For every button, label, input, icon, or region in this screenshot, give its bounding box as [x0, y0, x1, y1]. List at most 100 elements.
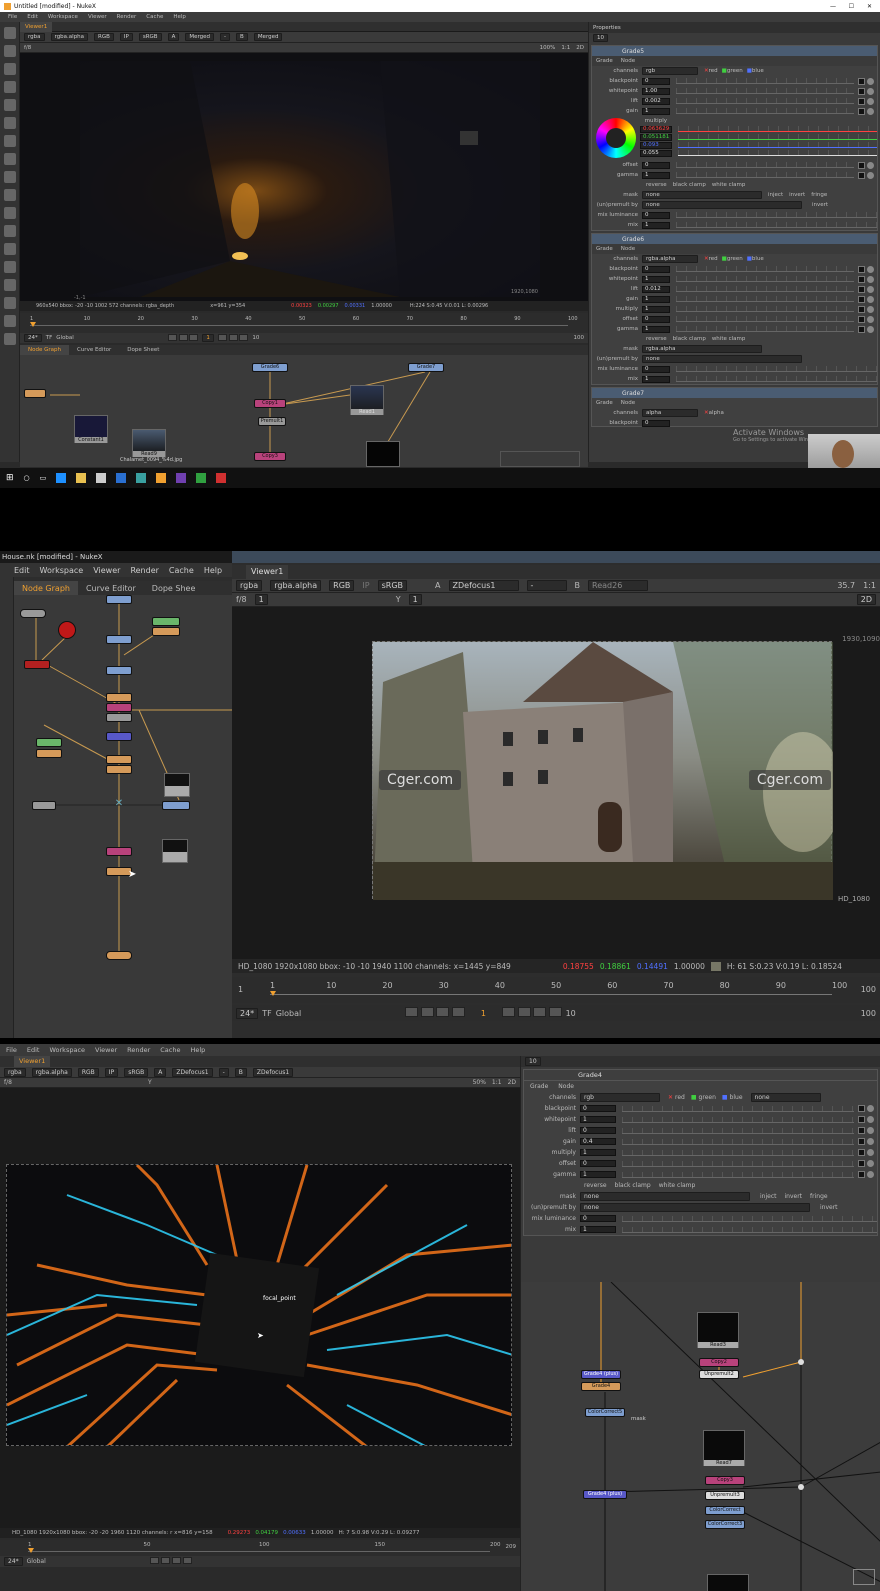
s2-node-graph[interactable]: ✕ ➤: [14, 595, 232, 1038]
s2-current-frame[interactable]: 1: [469, 1009, 498, 1018]
tool-icon[interactable]: [3, 243, 16, 255]
viewer-control[interactable]: Merged: [185, 33, 215, 41]
s3-node-copy2[interactable]: Copy2: [699, 1358, 739, 1367]
s2-y-val[interactable]: 1: [408, 594, 422, 605]
s3-navigator-icon[interactable]: [853, 1569, 875, 1585]
frame-step[interactable]: 10: [252, 335, 259, 341]
s2-node-orange4[interactable]: [106, 755, 132, 764]
multiply-slider[interactable]: [678, 134, 877, 140]
param-value[interactable]: 0.002: [642, 97, 670, 105]
param-value[interactable]: 0: [642, 265, 670, 273]
param-slider[interactable]: [676, 172, 854, 178]
s3-tab-node[interactable]: Node: [558, 1083, 574, 1090]
animation-icon[interactable]: [867, 161, 874, 169]
viewer-control[interactable]: rgba: [24, 33, 45, 41]
s3-node-unpremult3[interactable]: Unpremult3: [705, 1491, 745, 1500]
s2-node-orange2[interactable]: [106, 693, 132, 702]
tab-graph-2[interactable]: Dope Sheet: [119, 345, 167, 355]
tab-node[interactable]: Node: [621, 58, 635, 64]
view-mode[interactable]: 2D: [576, 45, 584, 51]
param-slider[interactable]: [676, 306, 854, 312]
param-value[interactable]: 1: [642, 171, 670, 179]
viewer-control[interactable]: A: [167, 33, 180, 41]
close-icon[interactable]: ✕: [867, 3, 872, 10]
s2-node-gray2[interactable]: [32, 801, 56, 810]
viewer-control[interactable]: rgba.alpha: [50, 33, 89, 41]
animation-icon[interactable]: [867, 305, 874, 313]
param-value[interactable]: 1: [580, 1149, 616, 1156]
node-graph[interactable]: Grade6 Grade7 Copy1 Premult1 Read1 Const…: [20, 355, 588, 467]
s2-node-topleft[interactable]: [20, 609, 46, 618]
s2-tab-viewer1[interactable]: Viewer1: [246, 565, 289, 579]
viewer-control[interactable]: sRGB: [124, 1067, 149, 1077]
color-swatch-icon[interactable]: [858, 1138, 865, 1145]
first-frame-button[interactable]: [167, 333, 177, 341]
frame-end[interactable]: 100: [574, 335, 585, 341]
animation-icon[interactable]: [867, 285, 874, 293]
color-swatch-icon[interactable]: [858, 171, 865, 179]
s3-node-copy3[interactable]: Copy3: [705, 1476, 745, 1485]
color-swatch-icon[interactable]: [858, 295, 865, 303]
timeline-ruler[interactable]: 1 10 20 30 40 50 60 70 80 90 100: [30, 316, 578, 327]
tool-icon[interactable]: [3, 333, 16, 345]
s2-tf-select[interactable]: TF: [262, 1009, 272, 1018]
param-value[interactable]: 1: [580, 1171, 616, 1178]
viewer-control[interactable]: sRGB: [138, 33, 162, 41]
color-swatch-icon[interactable]: [858, 77, 865, 85]
viewer-control[interactable]: IP: [119, 33, 133, 41]
tab-graph-0[interactable]: Node Graph: [14, 581, 78, 595]
app3-icon[interactable]: [176, 473, 187, 483]
node-premult1[interactable]: Premult1: [258, 417, 286, 426]
animation-icon[interactable]: [867, 295, 874, 303]
s2-alpha-select[interactable]: rgba.alpha: [270, 580, 322, 591]
s3-node-colorcorrect5[interactable]: ColorCorrect5: [585, 1408, 625, 1417]
tool-icon[interactable]: [3, 117, 16, 129]
animation-icon[interactable]: [867, 1149, 874, 1156]
node-constant1[interactable]: Constant1: [74, 415, 108, 443]
s2-node-dblue1[interactable]: [106, 732, 132, 741]
param-slider[interactable]: [622, 1116, 854, 1123]
menu-item[interactable]: Viewer: [95, 1046, 117, 1054]
tool-icon[interactable]: [3, 315, 16, 327]
animation-icon[interactable]: [867, 315, 874, 323]
s2-last-frame-button[interactable]: [548, 1007, 562, 1017]
unpremult-select[interactable]: none: [642, 201, 802, 209]
search-icon[interactable]: ○: [24, 474, 30, 482]
node-grade6[interactable]: Grade6: [252, 363, 288, 372]
node-copy1[interactable]: Copy1: [254, 399, 286, 408]
play-back-button[interactable]: [189, 333, 199, 341]
s2-play-button[interactable]: [501, 1007, 515, 1017]
s2-node-thumb1[interactable]: [164, 773, 190, 797]
tool-icon[interactable]: [3, 279, 16, 291]
menu-item[interactable]: Edit: [27, 14, 38, 20]
play-button[interactable]: [217, 333, 227, 341]
s2-node-pink2[interactable]: [106, 847, 132, 856]
ratio-value[interactable]: 1:1: [561, 45, 570, 51]
menu-item[interactable]: Workspace: [48, 14, 78, 20]
param-value[interactable]: 1: [642, 325, 670, 333]
multiply-value[interactable]: 0.063629: [640, 125, 672, 133]
menu-item[interactable]: Cache: [169, 566, 194, 575]
menu-item[interactable]: Viewer: [88, 14, 107, 20]
color-swatch-icon[interactable]: [858, 1149, 865, 1156]
tool-icon[interactable]: [3, 63, 16, 75]
s2-global-select[interactable]: Global: [276, 1009, 302, 1018]
animation-icon[interactable]: [867, 1116, 874, 1123]
app2-icon[interactable]: [156, 473, 167, 483]
tab-graph-1[interactable]: Curve Editor: [69, 345, 119, 355]
param-slider[interactable]: [676, 88, 854, 94]
s2-frame-1[interactable]: 1: [254, 594, 268, 605]
s2-node-orange1[interactable]: [152, 627, 180, 636]
animation-icon[interactable]: [867, 1138, 874, 1145]
s3-mode[interactable]: 2D: [508, 1079, 516, 1086]
tab-graph-2[interactable]: Dope Shee: [144, 581, 204, 595]
animation-icon[interactable]: [867, 171, 874, 179]
grade6-name[interactable]: Grade6: [622, 236, 644, 243]
s2-lut-select[interactable]: sRGB: [377, 580, 408, 591]
param-slider[interactable]: [676, 108, 854, 114]
s2-first-frame-button[interactable]: [405, 1007, 419, 1017]
taskview-icon[interactable]: ▭: [40, 474, 47, 482]
s2-prev-key-button[interactable]: [420, 1007, 434, 1017]
s2-fps-select[interactable]: 24*: [236, 1007, 259, 1019]
chk-white-clamp[interactable]: white clamp: [712, 182, 746, 188]
